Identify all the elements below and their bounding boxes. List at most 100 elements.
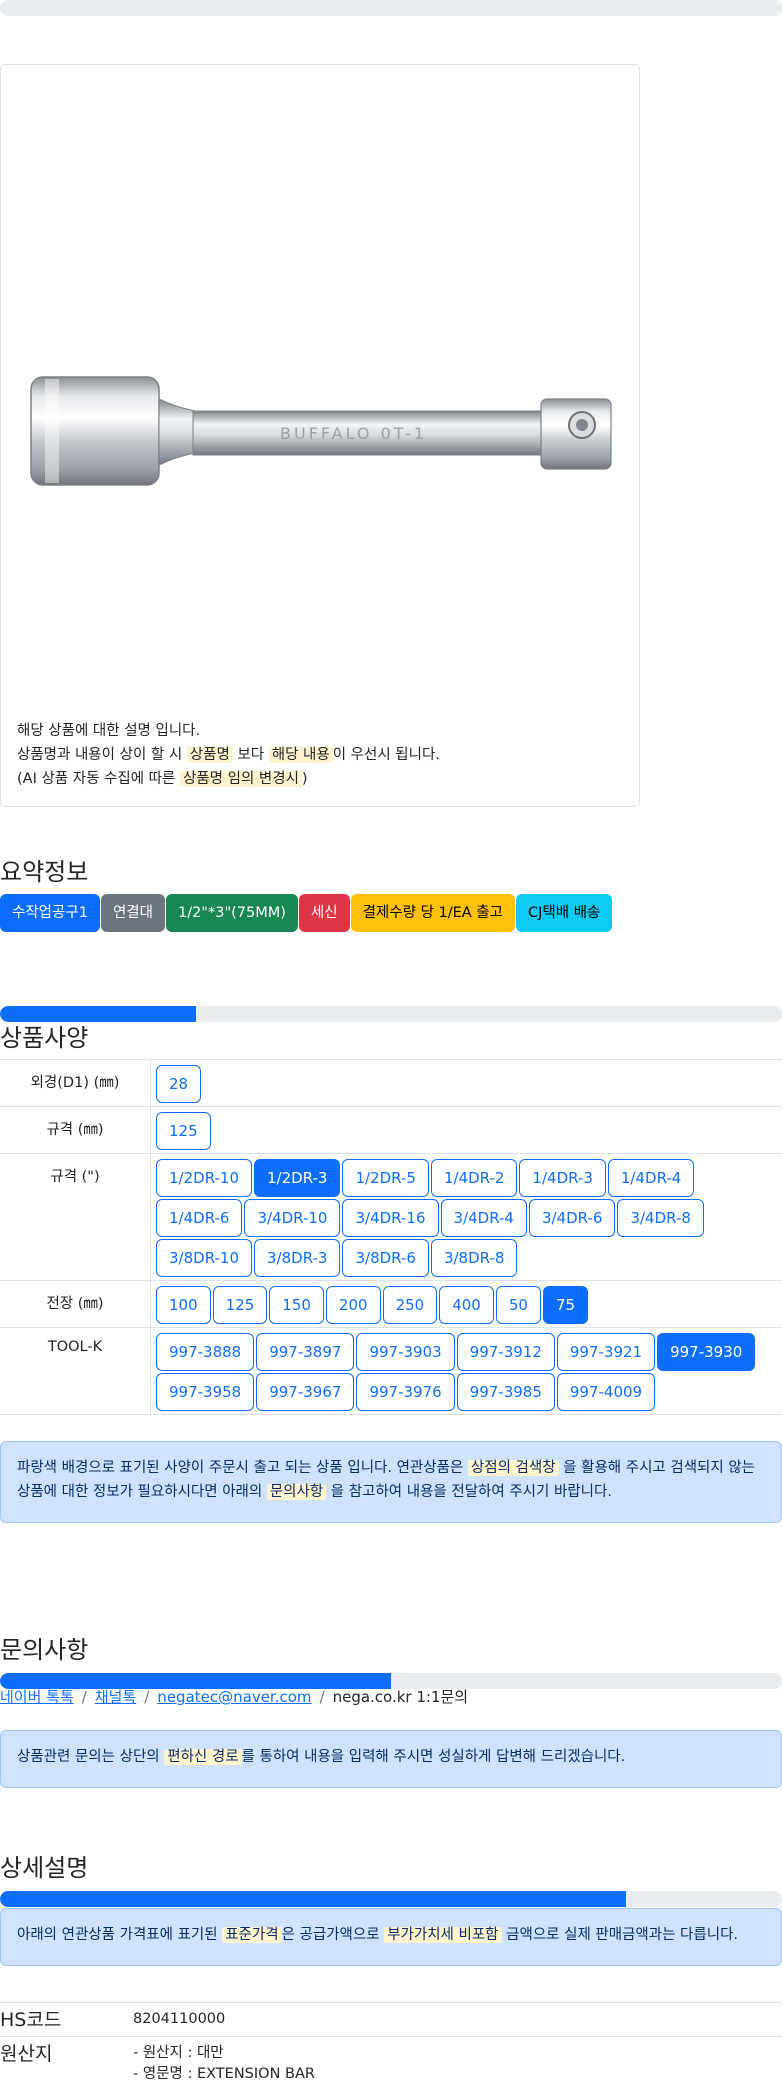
spec-options: 997-3888 997-3897 997-3903 997-3912 997-3921…	[151, 1328, 782, 1414]
contact-links: 네이버 톡톡 / 채널톡 / negatec@naver.com / nega.co.kr …	[0, 1686, 468, 1707]
notice-highlight-standard-price: 표준가격	[222, 1927, 282, 1943]
caption-line-2: 상품명과 내용이 상이 할 시 상품명 보다 해당 내용 이 우선시 됩니다.	[17, 743, 440, 767]
spec-option-button[interactable]: 250	[382, 1286, 438, 1324]
spec-option-button[interactable]: 400	[439, 1286, 494, 1324]
spec-option-button[interactable]: 28	[156, 1065, 202, 1103]
origin-row: 원산지 - 원산지 : 대만 - 영문명 : EXTENSION BAR	[0, 2037, 782, 2087]
spec-option-button[interactable]: 1/2DR-3	[254, 1159, 341, 1197]
notice-text: 아래의 연관상품 가격표에 표기된	[17, 1927, 223, 1943]
spec-option-button[interactable]: 3/8DR-10	[156, 1239, 253, 1277]
product-marking: BUFFALO 0T-1	[280, 424, 427, 443]
notice-highlight-route: 편하신 경로	[164, 1749, 242, 1765]
spec-option-button[interactable]: 150	[269, 1286, 324, 1324]
notice-text: 을 참고하여 내용을 전달하여 주시기 바랍니다.	[326, 1484, 612, 1500]
spec-label: TOOL-K	[0, 1328, 151, 1414]
caption-text: 보다	[232, 747, 269, 763]
spec-label: 규격 (")	[0, 1154, 151, 1280]
spec-option-button[interactable]: 997-4009	[556, 1373, 656, 1411]
caption-line-1: 해당 상품에 대한 설명 입니다.	[17, 723, 201, 739]
spec-option-button[interactable]: 3/8DR-8	[430, 1239, 518, 1277]
summary-badge: 결제수량 당 1/EA 출고	[350, 894, 515, 932]
spec-option-button[interactable]: 1/2DR-10	[156, 1159, 253, 1197]
spec-row: 규격 (") 1/2DR-10 1/2DR-3 1/2DR-5 1/4DR-2 1/4DR…	[0, 1154, 782, 1281]
channeltalk-link[interactable]: 채널톡	[95, 1688, 136, 1706]
spec-option-button[interactable]: 50	[495, 1286, 541, 1324]
spec-options: 1/2DR-10 1/2DR-3 1/2DR-5 1/4DR-2 1/4DR-3 1/4D…	[151, 1154, 782, 1280]
separator: /	[319, 1688, 325, 1706]
summary-badge: 수작업공구1	[0, 894, 100, 932]
caption-text: 상품명과 내용이 상이 할 시	[17, 747, 187, 763]
notice-highlight-inquiry: 문의사항	[266, 1484, 327, 1500]
caption-text: (AI 상품 자동 수집에 따른	[17, 771, 180, 787]
spec-option-button[interactable]: 125	[156, 1112, 211, 1150]
summary-badges: 수작업공구1 연결대 1/2"*3"(75MM) 세신 결제수량 당 1/EA 출고 CJ…	[0, 894, 613, 932]
spec-title: 상품사양	[0, 1024, 89, 1052]
spec-option-button[interactable]: 997-3903	[356, 1333, 455, 1371]
notice-text: 금액으로 실제 판매금액과는 다릅니다.	[501, 1927, 739, 1943]
summary-badge: 1/2"*3"(75MM)	[165, 894, 298, 932]
spec-option-button[interactable]: 1/2DR-5	[342, 1159, 429, 1197]
info-table: HS코드 8204110000 원산지 - 원산지 : 대만 - 영문명 : E…	[0, 2002, 782, 2087]
origin-value: - 원산지 : 대만 - 영문명 : EXTENSION BAR	[133, 2037, 782, 2087]
spec-options: 28	[151, 1060, 782, 1106]
notice-highlight-search: 상점의 검색창	[467, 1460, 559, 1476]
naver-talktalk-link[interactable]: 네이버 톡톡	[0, 1688, 74, 1706]
summary-title: 요약정보	[0, 858, 89, 886]
detail-progress	[0, 1891, 782, 1907]
one-to-one-inquiry-text: nega.co.kr 1:1문의	[332, 1688, 469, 1706]
summary-badge: 세신	[298, 894, 350, 932]
spec-row: TOOL-K 997-3888 997-3897 997-3903 997-3912 99…	[0, 1328, 782, 1415]
spec-option-button[interactable]: 3/4DR-8	[617, 1199, 704, 1237]
spec-option-button[interactable]: 997-3976	[356, 1373, 455, 1411]
spec-option-button[interactable]: 997-3958	[156, 1373, 255, 1411]
spec-option-button[interactable]: 3/4DR-6	[528, 1199, 616, 1237]
caption-highlight-content: 해당 내용	[268, 747, 333, 763]
spec-option-button[interactable]: 200	[325, 1286, 381, 1324]
spec-option-button[interactable]: 997-3921	[556, 1333, 656, 1371]
summary-badge: CJ택배 배송	[516, 894, 613, 932]
notice-highlight-vat: 부가가치세 비포함	[384, 1927, 502, 1943]
spec-option-button[interactable]: 997-3888	[156, 1333, 255, 1371]
spec-option-button[interactable]: 1/4DR-2	[430, 1159, 518, 1197]
spec-row: 규격 (㎜) 125	[0, 1107, 782, 1154]
hs-code-value: 8204110000	[133, 2011, 226, 2027]
spec-table: 외경(D1) (㎜) 28 규격 (㎜) 125 규격 (") 1/2DR-10 1/2DR…	[0, 1059, 782, 1415]
notice-text: 상품관련 문의는 상단의	[17, 1749, 165, 1765]
origin-english-name: - 영문명 : EXTENSION BAR	[133, 2066, 315, 2082]
inquiry-notice: 상품관련 문의는 상단의 편하신 경로 를 통하여 내용을 입력해 주시면 성실하…	[0, 1730, 782, 1788]
spec-option-button[interactable]: 3/8DR-3	[254, 1239, 341, 1277]
separator: /	[81, 1688, 87, 1706]
spec-option-button[interactable]: 3/4DR-4	[440, 1199, 527, 1237]
separator: /	[144, 1688, 150, 1706]
spec-option-button[interactable]: 997-3897	[256, 1333, 355, 1371]
top-progress-track	[0, 0, 782, 16]
spec-progress	[0, 1006, 782, 1022]
spec-option-button[interactable]: 125	[212, 1286, 268, 1324]
spec-option-button[interactable]: 1/4DR-3	[519, 1159, 606, 1197]
spec-option-button[interactable]: 3/8DR-6	[342, 1239, 429, 1277]
notice-text: 은 공급가액으로	[281, 1927, 385, 1943]
spec-option-button[interactable]: 997-3912	[456, 1333, 555, 1371]
spec-option-button[interactable]: 100	[156, 1286, 211, 1324]
caption-text: 이 우선시 됩니다.	[332, 747, 440, 763]
email-link[interactable]: negatec@naver.com	[157, 1688, 311, 1706]
spec-option-button[interactable]: 75	[542, 1286, 589, 1324]
spec-options: 125	[151, 1107, 782, 1153]
spec-option-button[interactable]: 997-3967	[256, 1373, 355, 1411]
caption-line-3: (AI 상품 자동 수집에 따른 상품명 임의 변경시)	[17, 767, 440, 791]
spec-option-button[interactable]: 3/4DR-16	[342, 1199, 439, 1237]
spec-row: 외경(D1) (㎜) 28	[0, 1060, 782, 1107]
spec-option-button[interactable]: 997-3930	[657, 1333, 756, 1371]
spec-row: 전장 (㎜) 100 125 150 200 250 400 50 75	[0, 1281, 782, 1328]
spec-option-button[interactable]: 1/4DR-6	[156, 1199, 243, 1237]
detail-notice: 아래의 연관상품 가격표에 표기된 표준가격 은 공급가액으로 부가가치세 비포함…	[0, 1908, 782, 1966]
spec-option-button[interactable]: 1/4DR-4	[607, 1159, 695, 1197]
spec-options: 100 125 150 200 250 400 50 75	[151, 1281, 782, 1327]
spec-option-button[interactable]: 997-3985	[456, 1373, 555, 1411]
spec-option-button[interactable]: 3/4DR-10	[244, 1199, 341, 1237]
summary-badge: 연결대	[100, 894, 165, 932]
spec-notice: 파랑색 배경으로 표기된 사양이 주문시 출고 되는 상품 입니다. 연관상품은…	[0, 1441, 782, 1523]
product-photo: BUFFALO 0T-1	[30, 376, 612, 486]
image-caption: 해당 상품에 대한 설명 입니다. 상품명과 내용이 상이 할 시 상품명 보다…	[17, 719, 440, 791]
origin-label: 원산지	[0, 2043, 53, 2065]
